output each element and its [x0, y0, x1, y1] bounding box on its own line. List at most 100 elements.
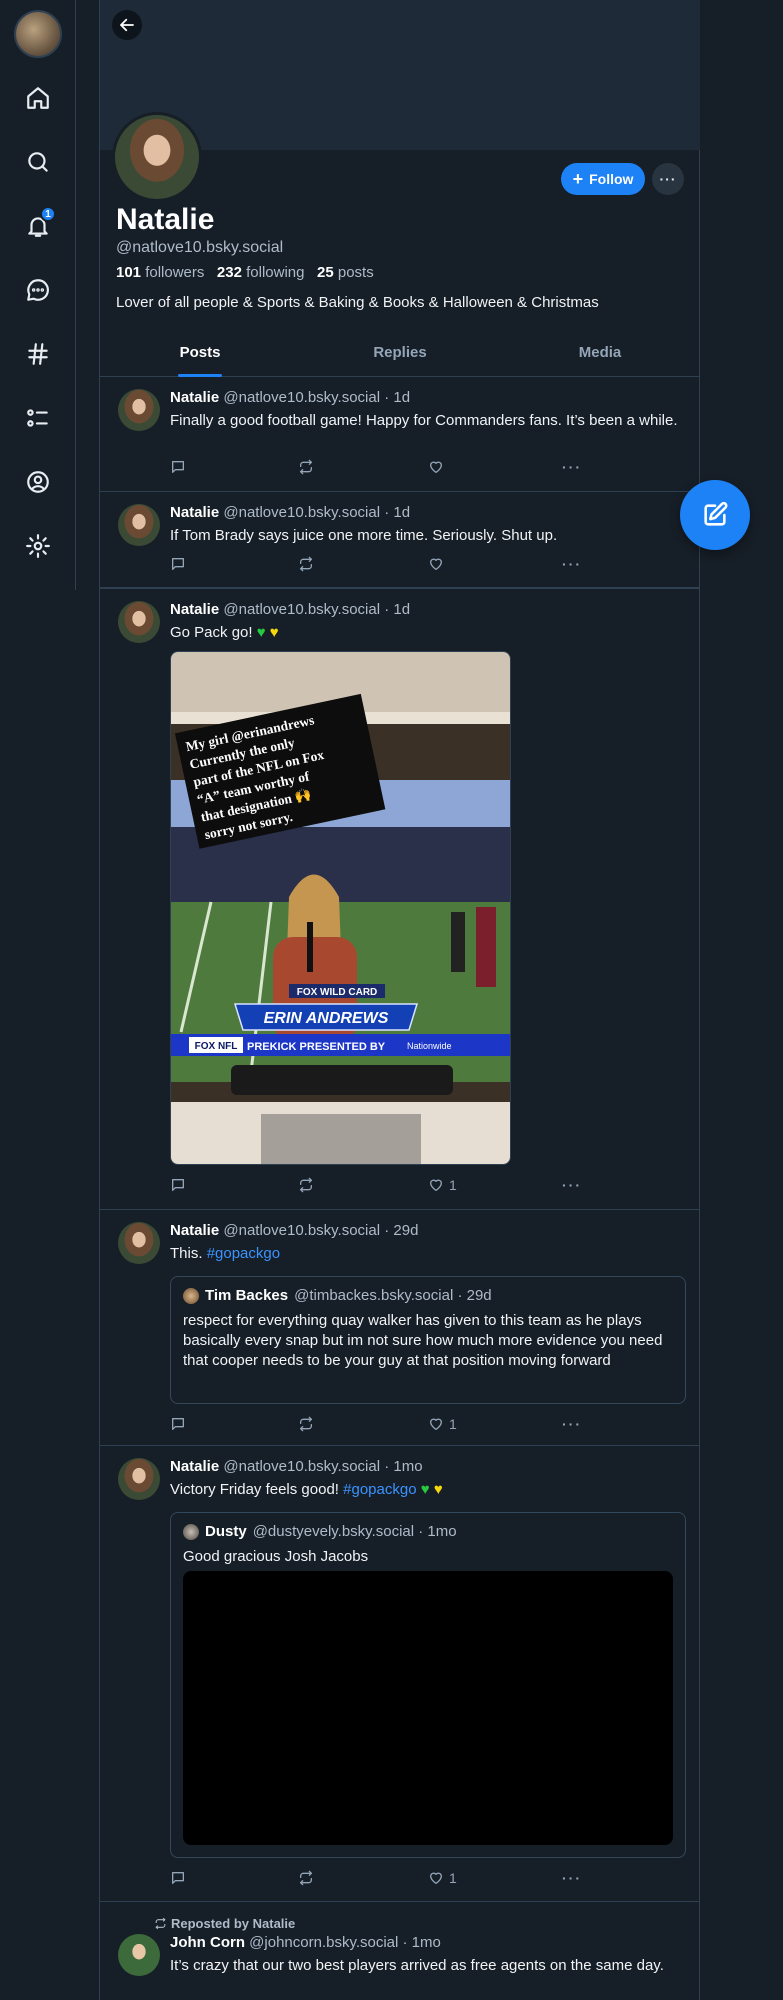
post-text: If Tom Brady says juice one more time. S…: [170, 527, 558, 544]
following-count[interactable]: 232: [217, 264, 242, 281]
hashtag-link[interactable]: #gopackgo: [343, 1481, 416, 1498]
hashtag-link[interactable]: #gopackgo: [207, 1245, 280, 1262]
reply-icon: [172, 1418, 184, 1430]
quoted-post-header: Dusty @dustyevely.bsky.social · 1mo: [183, 1523, 457, 1540]
sponsor-text: Nationwide: [407, 1041, 452, 1051]
profile-handle: @natlove10.bsky.social: [116, 239, 284, 256]
like-button[interactable]: [428, 459, 449, 475]
post-text-content: Go Pack go!: [170, 624, 253, 641]
reply-button[interactable]: [170, 1416, 186, 1432]
heart-icon: [430, 1418, 442, 1430]
like-button[interactable]: [428, 556, 449, 572]
repost-label-text[interactable]: Reposted by Natalie: [171, 1916, 295, 1931]
settings-nav-button[interactable]: [18, 526, 58, 566]
quoted-post[interactable]: Tim Backes @timbackes.bsky.social · 29d …: [170, 1276, 686, 1404]
post-author-name[interactable]: Natalie: [170, 389, 219, 406]
reply-icon: [172, 1872, 184, 1884]
post-author-handle[interactable]: @natlove10.bsky.social · 1d: [223, 504, 410, 521]
post-more-button[interactable]: ···: [562, 1177, 582, 1193]
profile-avatar[interactable]: [112, 112, 202, 202]
following-label[interactable]: following: [246, 264, 304, 281]
post-author-avatar[interactable]: [118, 601, 160, 643]
post-actions: 1 ···: [170, 1177, 590, 1197]
post-image[interactable]: FOX WILD CARD ERIN ANDREWS FOX NFL PREKI…: [170, 651, 511, 1165]
reply-button[interactable]: [170, 556, 186, 572]
follow-button[interactable]: + Follow: [561, 163, 645, 195]
post-author-handle[interactable]: @johncorn.bsky.social · 1mo: [249, 1934, 441, 1951]
like-button[interactable]: 1: [428, 1870, 457, 1886]
reply-button[interactable]: [170, 1177, 186, 1193]
like-count: 1: [449, 1416, 457, 1432]
followers-count[interactable]: 101: [116, 264, 141, 281]
profile-nav-button[interactable]: [18, 462, 58, 502]
post-more-button[interactable]: ···: [562, 1416, 582, 1432]
post-author-name[interactable]: Natalie: [170, 601, 219, 618]
post-image-graphic: FOX WILD CARD ERIN ANDREWS FOX NFL PREKI…: [171, 652, 510, 1164]
post-header: John Corn @johncorn.bsky.social · 1mo: [170, 1934, 441, 1951]
green-heart-emoji: ♥: [420, 1481, 430, 1498]
reply-button[interactable]: [170, 459, 186, 475]
search-nav-button[interactable]: [18, 142, 58, 182]
home-nav-button[interactable]: [18, 78, 58, 118]
back-button[interactable]: [112, 10, 142, 40]
more-horizontal-icon: ···: [562, 1177, 582, 1193]
post-header: Natalie @natlove10.bsky.social · 1d: [170, 504, 410, 521]
tab-replies[interactable]: Replies: [300, 332, 500, 376]
compose-button[interactable]: [680, 480, 750, 550]
post-header: Natalie @natlove10.bsky.social · 1d: [170, 389, 410, 406]
repost-button[interactable]: [298, 1177, 314, 1193]
post-author-avatar[interactable]: [118, 504, 160, 546]
post-author-name[interactable]: Natalie: [170, 1222, 219, 1239]
post-item[interactable]: Natalie @natlove10.bsky.social · 1mo Vic…: [100, 1446, 700, 1902]
post-author-name[interactable]: Natalie: [170, 504, 219, 521]
post-author-handle[interactable]: @natlove10.bsky.social · 1d: [223, 601, 410, 618]
post-author-handle[interactable]: @natlove10.bsky.social · 1d: [223, 389, 410, 406]
graphic-name-text: ERIN ANDREWS: [264, 1010, 389, 1027]
video-player[interactable]: [183, 1571, 673, 1845]
lists-nav-button[interactable]: [18, 398, 58, 438]
more-horizontal-icon: ···: [562, 556, 582, 572]
repost-button[interactable]: [298, 556, 314, 572]
post-item[interactable]: Natalie @natlove10.bsky.social · 1d Fina…: [100, 377, 700, 492]
repost-button[interactable]: [298, 1870, 314, 1886]
post-author-avatar[interactable]: [118, 1458, 160, 1500]
like-count: 1: [449, 1177, 457, 1193]
quoted-author-handle: @timbackes.bsky.social · 29d: [294, 1287, 492, 1304]
repost-button[interactable]: [298, 1416, 314, 1432]
post-item[interactable]: Natalie @natlove10.bsky.social · 1d If T…: [100, 492, 700, 588]
feeds-nav-button[interactable]: [18, 334, 58, 374]
yellow-heart-emoji: ♥: [269, 624, 279, 641]
chat-icon: [27, 279, 49, 301]
post-more-button[interactable]: ···: [562, 556, 582, 572]
post-more-button[interactable]: ···: [562, 459, 582, 475]
followers-label[interactable]: followers: [145, 264, 204, 281]
quoted-post[interactable]: Dusty @dustyevely.bsky.social · 1mo Good…: [170, 1512, 686, 1858]
like-button[interactable]: 1: [428, 1177, 457, 1193]
like-count: 1: [449, 1870, 457, 1886]
tab-media[interactable]: Media: [500, 332, 700, 376]
repost-button[interactable]: [298, 459, 314, 475]
plus-icon: +: [572, 169, 584, 189]
reply-button[interactable]: [170, 1870, 186, 1886]
post-author-name[interactable]: John Corn: [170, 1934, 245, 1951]
post-author-avatar[interactable]: [118, 1934, 160, 1976]
post-author-handle[interactable]: @natlove10.bsky.social · 29d: [223, 1222, 418, 1239]
post-author-avatar[interactable]: [118, 389, 160, 431]
post-author-name[interactable]: Natalie: [170, 1458, 219, 1475]
post-header: Natalie @natlove10.bsky.social · 1d: [170, 601, 410, 618]
profile-more-button[interactable]: ···: [652, 163, 684, 195]
post-more-button[interactable]: ···: [562, 1870, 582, 1886]
post-item[interactable]: Natalie @natlove10.bsky.social · 29d Thi…: [100, 1210, 700, 1446]
post-actions: ···: [170, 459, 590, 479]
post-author-avatar[interactable]: [118, 1222, 160, 1264]
current-user-avatar[interactable]: [14, 10, 62, 58]
like-button[interactable]: 1: [428, 1416, 457, 1432]
notifications-nav-button[interactable]: 1: [18, 206, 58, 246]
tab-posts[interactable]: Posts: [100, 332, 300, 376]
posts-count: 25: [317, 264, 334, 281]
chat-nav-button[interactable]: [18, 270, 58, 310]
post-author-handle[interactable]: @natlove10.bsky.social · 1mo: [223, 1458, 422, 1475]
post-item[interactable]: Reposted by Natalie John Corn @johncorn.…: [100, 1902, 700, 2000]
post-header: Natalie @natlove10.bsky.social · 1mo: [170, 1458, 423, 1475]
post-item[interactable]: Natalie @natlove10.bsky.social · 1d Go P…: [100, 588, 700, 1210]
